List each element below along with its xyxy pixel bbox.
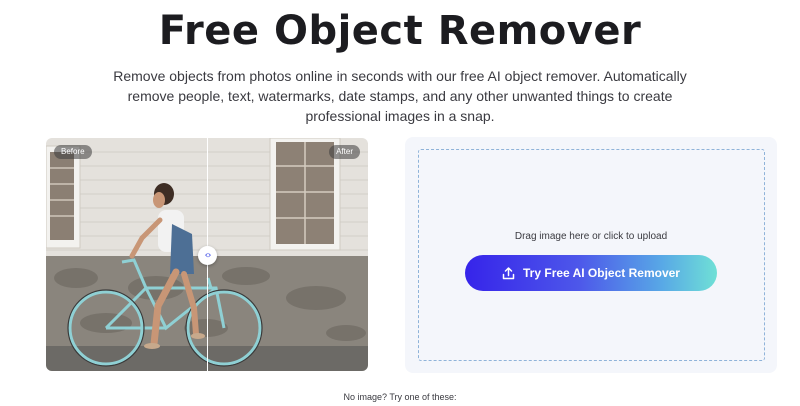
try-object-remover-button[interactable]: Try Free AI Object Remover bbox=[465, 255, 717, 291]
left-right-arrows-icon[interactable]: ‹› bbox=[198, 246, 217, 265]
before-after-comparison[interactable]: Before After ‹› bbox=[46, 138, 368, 371]
sample-images-prompt: No image? Try one of these: bbox=[343, 392, 457, 402]
drop-instructions: Drag image here or click to upload bbox=[514, 231, 668, 242]
upload-panel[interactable]: Drag image here or click to upload Try F… bbox=[405, 137, 777, 373]
before-label: Before bbox=[54, 145, 92, 159]
page-subtitle: Remove objects from photos online in sec… bbox=[113, 68, 687, 124]
try-object-remover-label: Try Free AI Object Remover bbox=[523, 266, 680, 280]
page-title: Free Object Remover bbox=[158, 8, 642, 54]
after-label: After bbox=[329, 145, 360, 159]
upload-icon bbox=[502, 266, 515, 279]
